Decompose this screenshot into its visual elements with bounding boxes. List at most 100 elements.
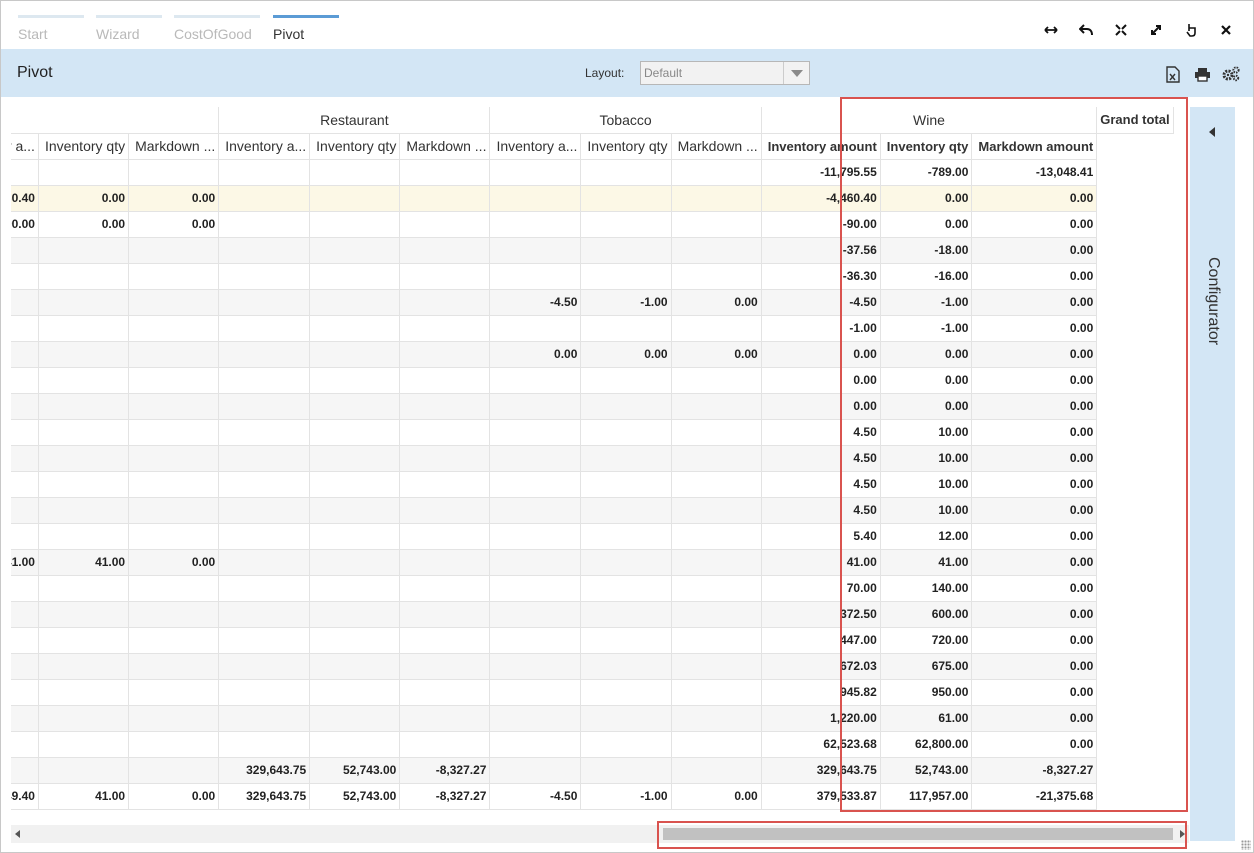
tab-costofgood[interactable]: CostOfGood	[174, 15, 260, 45]
table-cell	[11, 262, 39, 290]
table-cell: 4.50	[760, 470, 881, 498]
scroll-left-icon[interactable]	[15, 830, 20, 838]
table-row[interactable]: 41.0041.000.0041.0041.000.00	[11, 548, 1173, 576]
table-row[interactable]: 5.40 12.00 0.00	[11, 522, 1173, 550]
table-cell	[580, 600, 672, 628]
pivot-grid: RestaurantTobaccoWineGrand total Inventor…	[11, 107, 1189, 813]
table-row[interactable]: 4.50 10.00 0.00	[11, 418, 1173, 446]
chevron-down-icon[interactable]	[783, 62, 809, 84]
table-cell: 379,533.87	[760, 782, 881, 810]
pointer-icon[interactable]	[1173, 19, 1208, 41]
table-cell	[218, 548, 311, 576]
column-header[interactable]: Inventory qty	[37, 132, 130, 160]
table-row[interactable]: 4,460.400.000.00-4,460.400.000.00	[11, 184, 1173, 212]
table-cell	[580, 210, 672, 238]
table-row[interactable]: 0.00 0.00 0.00 0.00 0.00 0.00	[11, 340, 1173, 368]
horizontal-scrollbar[interactable]	[11, 825, 1189, 843]
table-cell	[670, 626, 762, 654]
column-header[interactable]: Markdown ...	[670, 132, 762, 160]
table-cell	[670, 262, 762, 290]
table-cell	[489, 548, 582, 576]
table-cell	[489, 470, 582, 498]
collapse-arrow-icon[interactable]	[1209, 127, 1215, 137]
tab-pivot[interactable]: Pivot	[273, 15, 339, 45]
table-cell	[218, 704, 311, 732]
column-header[interactable]: Inventory amount	[760, 132, 881, 160]
table-cell	[580, 496, 672, 524]
table-cell	[670, 548, 762, 576]
undo-icon[interactable]	[1068, 19, 1103, 41]
table-cell	[218, 730, 311, 758]
table-cell	[11, 470, 39, 498]
table-row[interactable]: 62,523.68 62,800.00 0.00	[11, 730, 1173, 758]
tab-wizard[interactable]: Wizard	[96, 15, 162, 45]
tab-start[interactable]: Start	[18, 15, 84, 45]
column-header[interactable]: Inventory a...	[11, 132, 39, 160]
table-row[interactable]: 329,643.75 52,743.00 -8,327.27 329,643.75 52…	[11, 756, 1173, 784]
table-cell: 0.00	[971, 392, 1098, 420]
table-row[interactable]: 4.50 10.00 0.00	[11, 496, 1173, 524]
table-row[interactable]: -11,795.55 -789.00 -13,048.41	[11, 158, 1173, 186]
column-header[interactable]: Markdown ...	[128, 132, 220, 160]
table-cell: 52,743.00	[309, 756, 401, 784]
settings-icon[interactable]	[1221, 64, 1241, 84]
table-cell	[399, 444, 491, 472]
column-header[interactable]: Inventory a...	[489, 132, 582, 160]
column-header[interactable]: Markdown ...	[399, 132, 491, 160]
table-row[interactable]: 70.00 140.00 0.00	[11, 574, 1173, 602]
table-cell: 0.00	[971, 340, 1098, 368]
configurator-label: Configurator	[1205, 257, 1222, 346]
table-row[interactable]: 4.50 10.00 0.00	[11, 444, 1173, 472]
table-cell: 0.00	[971, 704, 1098, 732]
table-row[interactable]: 1,220.00 61.00 0.00	[11, 704, 1173, 732]
table-cell	[309, 184, 401, 212]
table-cell: 447.00	[760, 626, 881, 654]
table-cell	[218, 470, 311, 498]
scroll-thumb[interactable]	[663, 828, 1173, 840]
table-cell: 0.00	[760, 366, 881, 394]
table-cell	[218, 392, 311, 420]
resize-grip-icon[interactable]	[1241, 840, 1251, 850]
table-cell	[309, 470, 401, 498]
column-header[interactable]: Inventory qty	[580, 132, 672, 160]
table-cell	[309, 366, 401, 394]
table-cell	[580, 678, 672, 706]
table-row[interactable]: 4.50 10.00 0.00	[11, 470, 1173, 498]
print-icon[interactable]	[1192, 64, 1212, 84]
table-cell	[399, 236, 491, 264]
table-cell	[489, 262, 582, 290]
group-header: Grand total	[1096, 107, 1174, 134]
tab-strip: Start Wizard CostOfGood Pivot	[1, 1, 1253, 49]
table-row[interactable]: -90.000.000.00-90.000.000.00	[11, 210, 1173, 238]
layout-select[interactable]: Default	[640, 61, 810, 85]
table-row[interactable]: -36.30 -16.00 0.00	[11, 262, 1173, 290]
shrink-icon[interactable]	[1103, 19, 1138, 41]
table-row[interactable]: 4,449.4041.000.00329,643.7552,743.00-8,3…	[11, 782, 1173, 810]
table-row[interactable]: -4.50 -1.00 0.00 -4.50 -1.00 0.00	[11, 288, 1173, 316]
table-cell	[309, 626, 401, 654]
close-icon[interactable]	[1208, 19, 1243, 41]
table-row[interactable]: -1.00 -1.00 0.00	[11, 314, 1173, 342]
column-header[interactable]: Inventory a...	[218, 132, 311, 160]
table-cell	[580, 704, 672, 732]
column-header[interactable]: Inventory qty	[879, 132, 973, 160]
table-row[interactable]: 672.03 675.00 0.00	[11, 652, 1173, 680]
table-row[interactable]: -37.56 -18.00 0.00	[11, 236, 1173, 264]
expand-icon[interactable]	[1138, 19, 1173, 41]
table-cell	[218, 600, 311, 628]
excel-export-icon[interactable]	[1163, 64, 1183, 84]
column-header[interactable]: Inventory qty	[309, 132, 401, 160]
table-row[interactable]: 0.00 0.00 0.00	[11, 366, 1173, 394]
column-header[interactable]: Markdown amount	[971, 132, 1098, 160]
scroll-right-icon[interactable]	[1180, 830, 1185, 838]
group-header: Tobacco	[489, 107, 762, 134]
table-row[interactable]: 945.82 950.00 0.00	[11, 678, 1173, 706]
table-cell	[11, 626, 39, 654]
fit-width-icon[interactable]	[1033, 19, 1068, 41]
table-row[interactable]: 372.50 600.00 0.00	[11, 600, 1173, 628]
table-cell: 41.00	[37, 548, 130, 576]
table-cell: 0.00	[971, 262, 1098, 290]
table-row[interactable]: 447.00 720.00 0.00	[11, 626, 1173, 654]
configurator-panel[interactable]: Configurator	[1190, 107, 1235, 841]
table-row[interactable]: 0.00 0.00 0.00	[11, 392, 1173, 420]
